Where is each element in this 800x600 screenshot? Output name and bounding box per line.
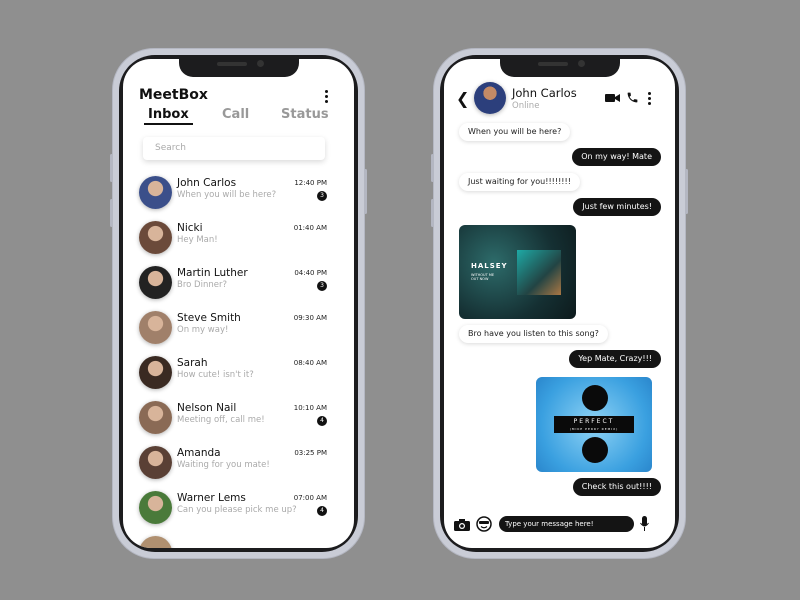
outgoing-message: Check this out!!!! (572, 478, 661, 496)
avatar (139, 311, 172, 344)
outgoing-message: Just few minutes! (573, 198, 661, 216)
search-input[interactable]: Search (143, 137, 325, 160)
inbox-screen: MeetBox Inbox Call Status Search John Ca… (123, 59, 354, 548)
message-time: 07:00 AM (293, 494, 327, 502)
message-preview: Meeting off, call me! (177, 415, 265, 425)
message-preview: Waiting for you mate! (177, 460, 270, 470)
message-time: 01:40 AM (293, 224, 327, 232)
album-caption: OUT NOW (471, 277, 489, 281)
notch (499, 55, 620, 77)
contact-row-partial[interactable] (123, 536, 345, 548)
back-arrow-icon[interactable]: ❮ (456, 89, 469, 108)
avatar (139, 491, 172, 524)
chat-contact-name: John Carlos (512, 86, 577, 100)
avatar (139, 356, 172, 389)
tab-call[interactable]: Call (222, 107, 249, 122)
avatar (139, 446, 172, 479)
contact-name: John Carlos (177, 177, 237, 189)
message-time: 12:40 PM (294, 179, 327, 187)
contact-row[interactable]: Steve Smith On my way! 09:30 AM (123, 311, 345, 356)
outgoing-message: Yep Mate, Crazy!!! (569, 350, 661, 368)
contact-name: Martin Luther (177, 267, 248, 279)
chat-screen: ❮ John Carlos Online When you will be he… (444, 59, 675, 548)
phone-icon[interactable] (626, 91, 639, 104)
outgoing-message: On my way! Mate (572, 148, 661, 166)
composer: Type your message here! (444, 515, 675, 535)
message-preview: On my way! (177, 325, 229, 335)
more-vertical-icon[interactable] (325, 90, 328, 105)
camera-icon[interactable] (454, 518, 470, 531)
unread-badge: 4 (317, 416, 327, 426)
message-time: 09:30 AM (293, 314, 327, 322)
album-title: HALSEY (471, 262, 508, 270)
message-preview: How cute! isn't it? (177, 370, 254, 380)
app-title: MeetBox (139, 87, 208, 103)
contact-name: Steve Smith (177, 312, 241, 324)
album-title: PERFECT (573, 418, 615, 425)
more-vertical-icon[interactable] (648, 92, 651, 107)
incoming-message: When you will be here? (459, 123, 571, 141)
contact-name: Warner Lems (177, 492, 246, 504)
contact-name: Nicki (177, 222, 203, 234)
message-time: 10:10 AM (293, 404, 327, 412)
contact-row[interactable]: Amanda Waiting for you mate! 03:25 PM (123, 446, 345, 491)
album-image-message[interactable]: HALSEY WITHOUT ME OUT NOW (459, 225, 576, 319)
album-image-message[interactable]: PERFECT (MIKE PERRY REMIX) (536, 377, 652, 472)
message-preview: Bro Dinner? (177, 280, 227, 290)
contact-name: Amanda (177, 447, 221, 459)
tab-status[interactable]: Status (281, 107, 329, 122)
message-preview: Can you please pick me up? (177, 505, 297, 515)
unread-badge: 4 (317, 506, 327, 516)
message-preview: Hey Man! (177, 235, 218, 245)
notch (178, 55, 299, 77)
tab-inbox[interactable]: Inbox (144, 107, 193, 125)
avatar (139, 221, 172, 254)
contact-name: Sarah (177, 357, 208, 369)
avatar (474, 82, 506, 114)
avatar (139, 266, 172, 299)
contact-row[interactable]: John Carlos When you will be here? 12:40… (123, 176, 345, 221)
message-time: 04:40 PM (294, 269, 327, 277)
message-input[interactable]: Type your message here! (499, 516, 634, 532)
contact-row[interactable]: Nelson Nail Meeting off, call me! 10:10 … (123, 401, 345, 446)
contact-row[interactable]: Martin Luther Bro Dinner? 04:40 PM 3 (123, 266, 345, 311)
album-subtitle: (MIKE PERRY REMIX) (569, 427, 619, 431)
contact-row[interactable]: Nicki Hey Man! 01:40 AM (123, 221, 345, 266)
incoming-message: Bro have you listen to this song? (459, 325, 608, 343)
incoming-message: Just waiting for you!!!!!!!! (459, 173, 580, 191)
message-time: 08:40 AM (293, 359, 327, 367)
contact-row[interactable]: Warner Lems Can you please pick me up? 0… (123, 491, 345, 536)
video-call-icon[interactable] (605, 92, 620, 103)
emoji-icon[interactable] (476, 516, 492, 532)
chat-status: Online (512, 101, 540, 111)
inbox-phone: MeetBox Inbox Call Status Search John Ca… (110, 48, 367, 559)
avatar (139, 176, 172, 209)
message-preview: When you will be here? (177, 190, 277, 200)
chat-phone: ❮ John Carlos Online When you will be he… (431, 48, 688, 559)
message-time: 03:25 PM (294, 449, 327, 457)
unread-badge: 3 (317, 281, 327, 291)
avatar (139, 401, 172, 434)
microphone-icon[interactable] (640, 516, 649, 532)
unread-badge: 3 (317, 191, 327, 201)
contact-name: Nelson Nail (177, 402, 237, 414)
contact-row[interactable]: Sarah How cute! isn't it? 08:40 AM (123, 356, 345, 401)
